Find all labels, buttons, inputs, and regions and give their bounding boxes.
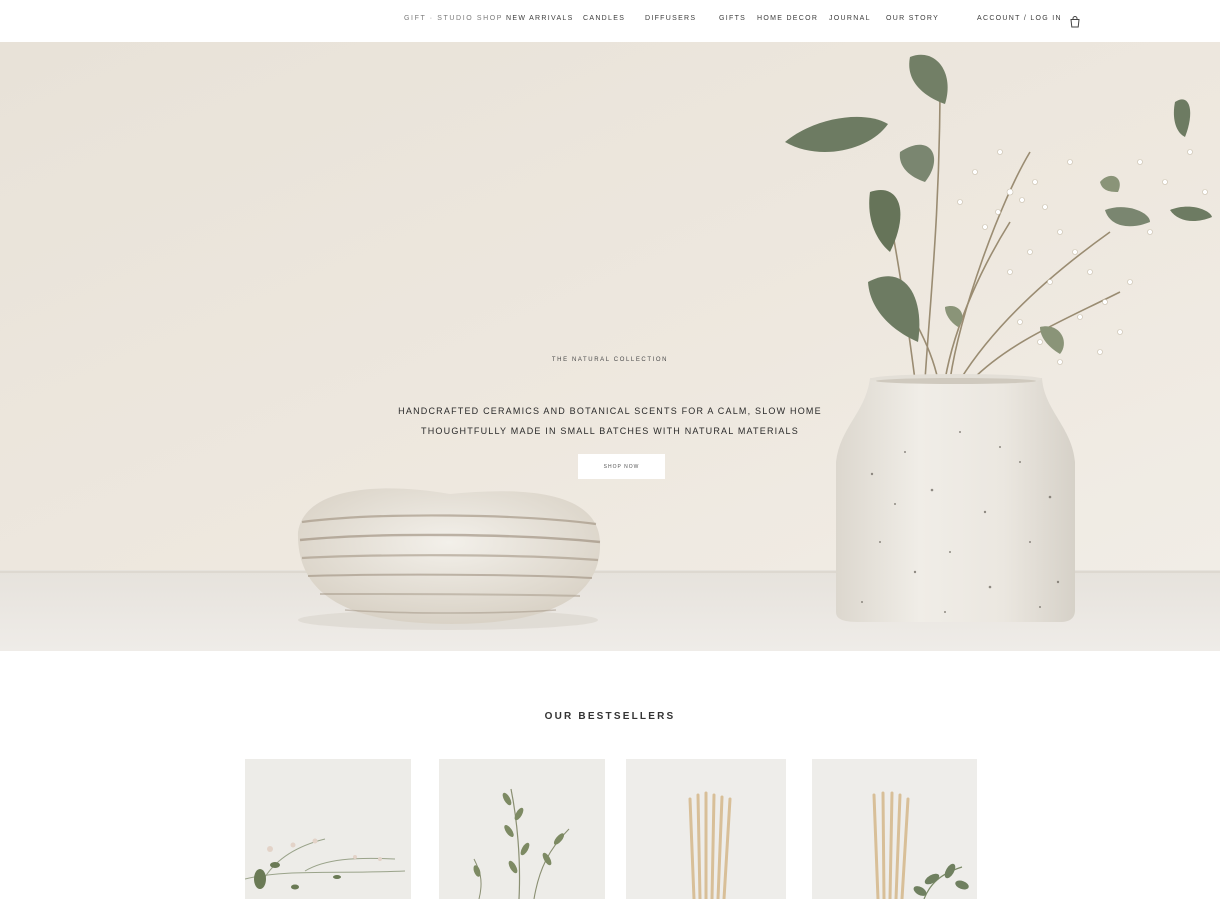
shopping-bag-icon[interactable] xyxy=(1069,15,1081,28)
hero-banner: THE NATURAL COLLECTION HANDCRAFTED CERAM… xyxy=(0,42,1220,651)
shop-now-button[interactable]: SHOP NOW xyxy=(578,454,665,479)
nav-item-diffusers[interactable]: DIFFUSERS xyxy=(645,15,696,22)
site-header: GIFT · STUDIO SHOP NEW ARRIVALS CANDLES … xyxy=(0,0,1220,43)
nav-item-gifts[interactable]: GIFTS xyxy=(719,15,746,22)
nav-item-candles[interactable]: CANDLES xyxy=(583,15,625,22)
product-card-3[interactable] xyxy=(626,759,786,899)
product-card-1[interactable] xyxy=(245,759,411,899)
product-image-reed-diffuser xyxy=(626,759,786,899)
hero-headline-line-2: THOUGHTFULLY MADE IN SMALL BATCHES WITH … xyxy=(421,426,799,436)
section-title: OUR BESTSELLERS xyxy=(544,711,676,722)
nav-item-home-decor[interactable]: HOME DECOR xyxy=(757,15,818,22)
nav-item-our-story[interactable]: OUR STORY xyxy=(886,15,939,22)
product-card-2[interactable] xyxy=(439,759,605,899)
product-image-olive-branch xyxy=(439,759,605,899)
hero-headline-line-1: HANDCRAFTED CERAMICS AND BOTANICAL SCENT… xyxy=(398,406,822,416)
nav-item-new-arrivals[interactable]: NEW ARRIVALS xyxy=(506,15,574,22)
hero-eyebrow: THE NATURAL COLLECTION xyxy=(551,357,669,363)
product-image-floral-sprig xyxy=(245,759,411,899)
product-card-4[interactable] xyxy=(812,759,977,899)
account-link[interactable]: ACCOUNT / LOG IN xyxy=(977,15,1062,22)
site-logo[interactable]: GIFT · STUDIO SHOP xyxy=(404,15,503,22)
nav-item-journal[interactable]: JOURNAL xyxy=(829,15,871,22)
hero-image xyxy=(0,42,1220,651)
product-image-reed-diffuser-eucalyptus xyxy=(812,759,977,899)
